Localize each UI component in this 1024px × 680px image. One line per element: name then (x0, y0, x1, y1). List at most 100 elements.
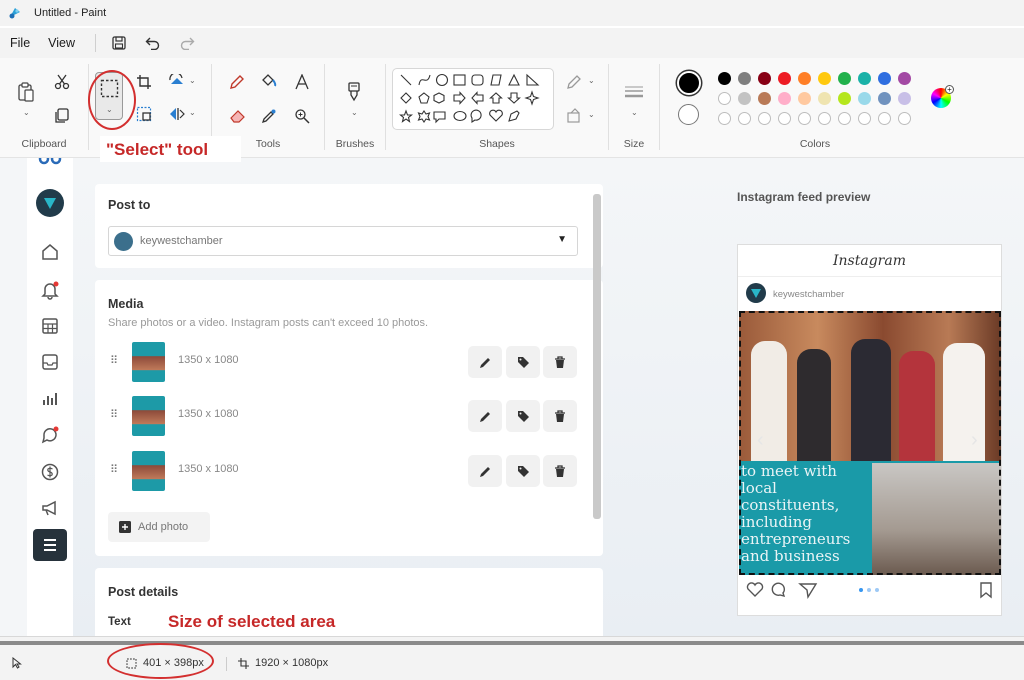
redo-button[interactable] (174, 31, 200, 55)
edit-media-button[interactable] (468, 455, 502, 487)
pencil-tool-button[interactable] (225, 70, 249, 94)
drag-handle-icon[interactable]: ⠿ (110, 354, 118, 367)
color-1-swatch[interactable] (677, 71, 701, 95)
custom-color-slot[interactable] (878, 112, 891, 125)
custom-color-slot[interactable] (858, 112, 871, 125)
tag-media-button[interactable] (506, 346, 540, 378)
media-thumbnail[interactable] (132, 451, 165, 491)
fill-tool-button[interactable] (257, 70, 281, 94)
selected-size-highlight-oval (107, 643, 214, 679)
account-avatar[interactable] (36, 189, 64, 217)
fill-style-chevron-down-icon[interactable]: ⌄ (588, 110, 595, 119)
canvas[interactable]: Post to keywestchamber ▼ Media Share pho… (27, 158, 1024, 636)
custom-color-slot[interactable] (838, 112, 851, 125)
undo-button[interactable] (140, 31, 166, 55)
palette-color-swatch[interactable] (838, 72, 851, 85)
paste-chevron-down-icon[interactable]: ⌄ (23, 108, 30, 117)
shapes-gallery[interactable] (392, 68, 554, 130)
resize-button[interactable] (132, 102, 156, 126)
palette-color-swatch[interactable] (778, 92, 791, 105)
menu-button[interactable] (33, 529, 67, 561)
text-tool-button[interactable] (290, 70, 314, 94)
color-picker-button[interactable] (257, 104, 281, 128)
analytics-icon[interactable] (40, 389, 60, 409)
palette-color-swatch[interactable] (738, 92, 751, 105)
outline-chevron-down-icon[interactable]: ⌄ (588, 76, 595, 85)
delete-media-button[interactable] (543, 455, 577, 487)
custom-color-slot[interactable] (718, 112, 731, 125)
drag-handle-icon[interactable]: ⠿ (110, 463, 118, 476)
custom-color-slot[interactable] (898, 112, 911, 125)
menu-view[interactable]: View (48, 36, 75, 50)
size-button[interactable] (622, 80, 646, 104)
screenshot-left-nav (27, 158, 73, 636)
size-chevron-down-icon[interactable]: ⌄ (631, 108, 638, 117)
palette-color-swatch[interactable] (738, 72, 751, 85)
account-dropdown[interactable]: keywestchamber ▼ (108, 226, 578, 256)
cut-button[interactable] (50, 70, 74, 94)
palette-color-swatch[interactable] (878, 72, 891, 85)
fill-style-button[interactable] (562, 104, 586, 128)
palette-color-swatch[interactable] (898, 92, 911, 105)
palette-color-swatch[interactable] (818, 92, 831, 105)
size-group: ⌄ Size (609, 58, 659, 158)
paste-button[interactable] (14, 80, 38, 104)
flip-button[interactable] (165, 102, 189, 126)
tag-media-button[interactable] (506, 455, 540, 487)
palette-color-swatch[interactable] (718, 92, 731, 105)
color-2-swatch[interactable] (678, 104, 699, 125)
palette-color-swatch[interactable] (858, 92, 871, 105)
save-button[interactable] (106, 31, 132, 55)
custom-color-slot[interactable] (758, 112, 771, 125)
eraser-tool-button[interactable] (225, 104, 249, 128)
delete-media-button[interactable] (543, 346, 577, 378)
media-thumbnail[interactable] (132, 396, 165, 436)
crop-button[interactable] (132, 70, 156, 94)
palette-color-swatch[interactable] (718, 72, 731, 85)
media-thumbnail[interactable] (132, 342, 165, 382)
dollar-icon[interactable] (40, 462, 60, 482)
custom-color-slot[interactable] (778, 112, 791, 125)
menu-file[interactable]: File (10, 36, 30, 50)
custom-color-slot[interactable] (818, 112, 831, 125)
delete-media-button[interactable] (543, 400, 577, 432)
edit-colors-button[interactable]: + (931, 85, 954, 108)
megaphone-icon[interactable] (40, 498, 60, 518)
palette-color-swatch[interactable] (758, 92, 771, 105)
rotate-chevron-down-icon[interactable]: ⌄ (189, 76, 196, 85)
palette-color-swatch[interactable] (838, 92, 851, 105)
shapes-group: ⌄ ⌄ Shapes (386, 58, 608, 158)
add-photo-button[interactable]: Add photo (108, 512, 210, 542)
brushes-button[interactable] (342, 80, 366, 104)
calendar-grid-icon[interactable] (40, 316, 60, 336)
media-item: ⠿ 1350 x 1080 (107, 340, 577, 384)
brushes-chevron-down-icon[interactable]: ⌄ (351, 108, 358, 117)
chat-bubble-icon[interactable] (40, 425, 60, 445)
palette-color-swatch[interactable] (818, 72, 831, 85)
custom-color-slot[interactable] (798, 112, 811, 125)
palette-color-swatch[interactable] (778, 72, 791, 85)
drag-handle-icon[interactable]: ⠿ (110, 408, 118, 421)
bell-icon[interactable] (40, 280, 60, 300)
inbox-icon[interactable] (40, 352, 60, 372)
palette-color-swatch[interactable] (898, 72, 911, 85)
paint-window: Untitled - Paint File View ⌄ Clipboard ⌄… (0, 0, 1024, 680)
home-icon[interactable] (40, 242, 60, 262)
rotate-button[interactable] (165, 70, 189, 94)
magnifier-button[interactable] (290, 104, 314, 128)
title-bar: Untitled - Paint (0, 0, 1024, 26)
copy-button[interactable] (50, 104, 74, 128)
pencil-icon (479, 357, 490, 368)
palette-color-swatch[interactable] (878, 92, 891, 105)
palette-color-swatch[interactable] (798, 72, 811, 85)
tag-media-button[interactable] (506, 400, 540, 432)
palette-color-swatch[interactable] (798, 92, 811, 105)
palette-color-swatch[interactable] (858, 72, 871, 85)
edit-media-button[interactable] (468, 346, 502, 378)
outline-button[interactable] (562, 70, 586, 94)
palette-color-swatch[interactable] (758, 72, 771, 85)
media-dimensions: 1350 x 1080 (178, 408, 239, 420)
custom-color-slot[interactable] (738, 112, 751, 125)
flip-chevron-down-icon[interactable]: ⌄ (189, 108, 196, 117)
edit-media-button[interactable] (468, 400, 502, 432)
